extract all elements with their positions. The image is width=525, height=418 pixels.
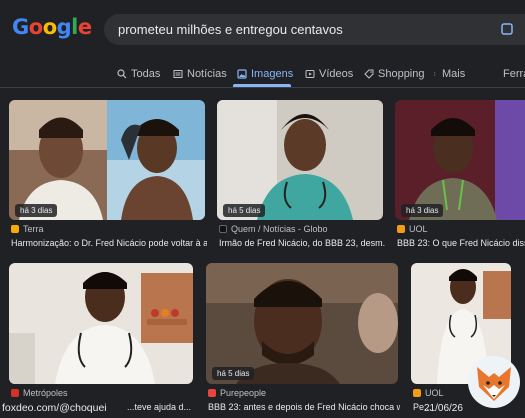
divider — [0, 87, 525, 88]
source-name: Quem / Notícias - Globo — [231, 224, 328, 234]
result-source[interactable]: Purepeople — [208, 388, 266, 398]
tag-icon — [364, 69, 374, 79]
tab-ferramentas[interactable]: Ferra — [503, 64, 525, 84]
logo-letter: g — [56, 15, 72, 39]
result-photo — [9, 100, 205, 220]
tab-todas[interactable]: Todas — [117, 64, 160, 84]
search-icon — [117, 69, 127, 79]
result-source[interactable]: Quem / Notícias - Globo — [219, 224, 328, 234]
result-photo — [9, 263, 193, 384]
result-caption[interactable]: BBB 23: antes e depois de Fred Nicácio c… — [208, 402, 400, 412]
search-by-image-icon[interactable] — [500, 22, 514, 36]
logo-letter: o — [42, 15, 57, 39]
logo-letter: l — [71, 15, 78, 39]
favicon-icon — [11, 389, 19, 397]
favicon-icon — [397, 225, 405, 233]
search-input[interactable]: prometeu milhões e entregou centavos — [118, 22, 343, 37]
result-source[interactable]: UOL — [397, 224, 428, 234]
result-source[interactable]: UOL — [413, 388, 444, 398]
search-tabs: Todas Notícias Imagens Vídeos Shopping M… — [0, 60, 525, 86]
result-photo — [217, 100, 383, 220]
source-name: Metrópoles — [23, 388, 68, 398]
logo-letter: o — [28, 15, 43, 39]
result-caption[interactable]: BBB 23: O que Fred Nicácio disse — [397, 238, 525, 248]
favicon-icon — [413, 389, 421, 397]
logo-letter: e — [77, 15, 92, 39]
tab-label: Imagens — [251, 68, 294, 80]
tab-mais[interactable]: Mais — [434, 64, 465, 84]
time-badge: há 5 dias — [223, 204, 266, 217]
result-thumbnail[interactable]: há 5 dias — [206, 263, 398, 384]
result-source[interactable]: Terra — [11, 224, 44, 234]
header: Google prometeu milhões e entregou centa… — [0, 0, 525, 60]
play-icon — [305, 70, 315, 78]
watermark-date: 21/06/26 — [424, 403, 463, 414]
time-badge: há 3 dias — [15, 204, 58, 217]
favicon-icon — [219, 225, 227, 233]
image-icon — [237, 69, 247, 79]
search-box[interactable]: prometeu milhões e entregou centavos — [104, 14, 525, 45]
source-name: Purepeople — [220, 388, 267, 398]
favicon-icon — [11, 225, 19, 233]
watermark-text: foxdeo.com/@choquei — [2, 402, 107, 414]
result-photo — [395, 100, 525, 220]
result-photo — [206, 263, 398, 384]
tab-videos[interactable]: Vídeos — [305, 64, 353, 84]
tab-shopping[interactable]: Shopping — [364, 64, 425, 84]
tab-label: Notícias — [187, 68, 227, 80]
result-source[interactable]: Metrópoles — [11, 388, 68, 398]
source-name: Terra — [23, 224, 44, 234]
result-thumbnail[interactable]: há 5 dias — [217, 100, 383, 220]
tab-label: Vídeos — [319, 68, 354, 80]
result-thumbnail[interactable] — [9, 263, 193, 384]
tab-label: Shopping — [378, 68, 425, 80]
result-thumbnail[interactable]: há 3 dias — [9, 100, 205, 220]
source-name: UOL — [425, 388, 444, 398]
more-vert-icon — [434, 72, 436, 76]
tab-imagens[interactable]: Imagens — [237, 64, 293, 84]
result-caption[interactable]: Harmonização: o Dr. Fred Nicácio pode vo… — [11, 238, 207, 248]
result-caption[interactable]: Irmão de Fred Nicácio, do BBB 23, desm..… — [219, 238, 385, 248]
logo-letter: G — [12, 15, 29, 39]
result-caption[interactable]: ...teve ajuda d... — [127, 402, 199, 412]
tab-label: Mais — [442, 68, 466, 80]
newspaper-icon — [173, 70, 183, 78]
google-logo[interactable]: Google — [12, 15, 92, 39]
result-thumbnail[interactable]: há 3 dias — [395, 100, 525, 220]
tab-label: Todas — [131, 68, 161, 80]
tab-noticias[interactable]: Notícias — [173, 64, 227, 84]
favicon-icon — [208, 389, 216, 397]
fox-logo-icon — [468, 356, 520, 408]
time-badge: há 5 dias — [212, 367, 255, 380]
time-badge: há 3 dias — [401, 204, 444, 217]
tab-label: Ferra — [503, 68, 525, 80]
source-name: UOL — [409, 224, 428, 234]
